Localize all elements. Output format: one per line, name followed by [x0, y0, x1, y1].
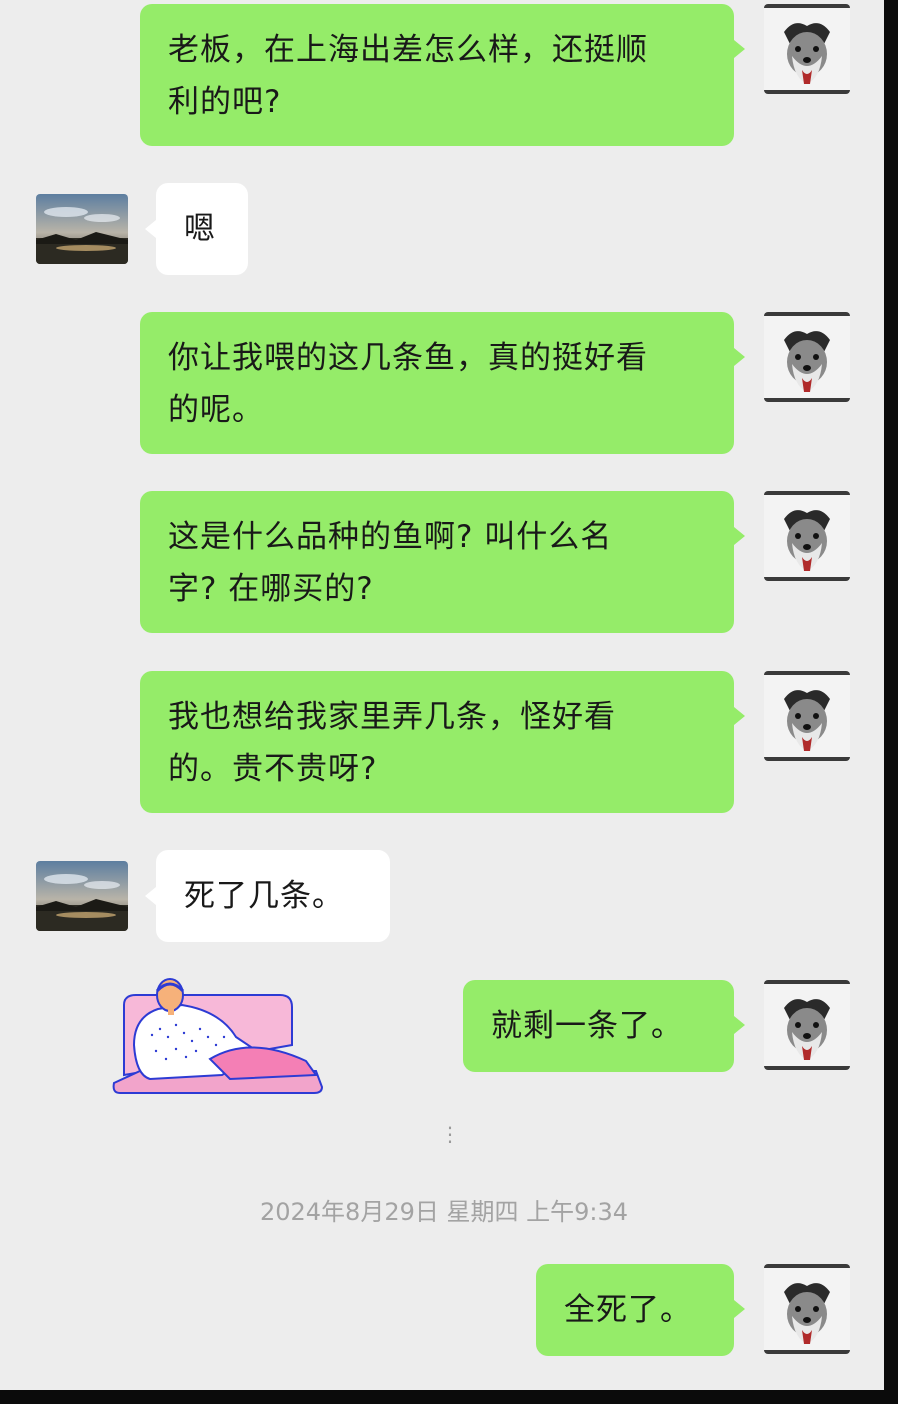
- screen-edge: [884, 0, 898, 1404]
- message-text-line: 就剩一条了。: [491, 1008, 683, 1044]
- message-bubble-contact[interactable]: 嗯: [156, 183, 248, 275]
- self-avatar-icon[interactable]: [764, 671, 850, 761]
- message-text-line: 利的吧?: [168, 84, 282, 120]
- hospital-bed-sticker-icon[interactable]: [110, 975, 326, 1101]
- message-text-line: 全死了。: [564, 1292, 692, 1328]
- message-text-line: 你让我喂的这几条鱼，真的挺好看: [168, 340, 648, 376]
- self-avatar-icon[interactable]: [764, 4, 850, 94]
- self-avatar-icon[interactable]: [764, 1264, 850, 1354]
- bubble-tail: [145, 887, 156, 905]
- message-bubble-self[interactable]: 老板，在上海出差怎么样，还挺顺 利的吧?: [140, 4, 734, 146]
- message-text-line: 嗯: [184, 211, 216, 247]
- screen-edge: [0, 1390, 898, 1404]
- contact-avatar-icon[interactable]: [36, 861, 128, 931]
- divider-dots: ⋮: [440, 1122, 460, 1146]
- message-text-line: 死了几条。: [184, 878, 344, 914]
- message-bubble-self[interactable]: 全死了。: [536, 1264, 734, 1356]
- message-text-line: 字? 在哪买的?: [168, 571, 374, 607]
- bubble-tail: [734, 40, 745, 58]
- message-text-line: 的呢。: [168, 392, 264, 428]
- chat-screen: 老板，在上海出差怎么样，还挺顺 利的吧? 嗯 你让我喂的这几条鱼，真的挺好看 的…: [0, 0, 884, 1390]
- message-bubble-contact[interactable]: 死了几条。: [156, 850, 390, 942]
- message-bubble-self[interactable]: 我也想给我家里弄几条，怪好看 的。贵不贵呀?: [140, 671, 734, 813]
- message-bubble-self[interactable]: 这是什么品种的鱼啊? 叫什么名 字? 在哪买的?: [140, 491, 734, 633]
- self-avatar-icon[interactable]: [764, 491, 850, 581]
- message-text-line: 这是什么品种的鱼啊? 叫什么名: [168, 519, 613, 555]
- bubble-tail: [734, 527, 745, 545]
- bubble-tail: [734, 1016, 745, 1034]
- message-timestamp: 2024年8月29日 星期四 上午9:34: [259, 1198, 629, 1226]
- message-text-line: 的。贵不贵呀?: [168, 751, 378, 787]
- message-bubble-self[interactable]: 你让我喂的这几条鱼，真的挺好看 的呢。: [140, 312, 734, 454]
- bubble-tail: [734, 707, 745, 725]
- self-avatar-icon[interactable]: [764, 312, 850, 402]
- message-text-line: 老板，在上海出差怎么样，还挺顺: [168, 32, 648, 68]
- message-text-line: 我也想给我家里弄几条，怪好看: [168, 699, 616, 735]
- message-bubble-self[interactable]: 就剩一条了。: [463, 980, 734, 1072]
- bubble-tail: [734, 1300, 745, 1318]
- contact-avatar-icon[interactable]: [36, 194, 128, 264]
- bubble-tail: [734, 348, 745, 366]
- bubble-tail: [145, 220, 156, 238]
- self-avatar-icon[interactable]: [764, 980, 850, 1070]
